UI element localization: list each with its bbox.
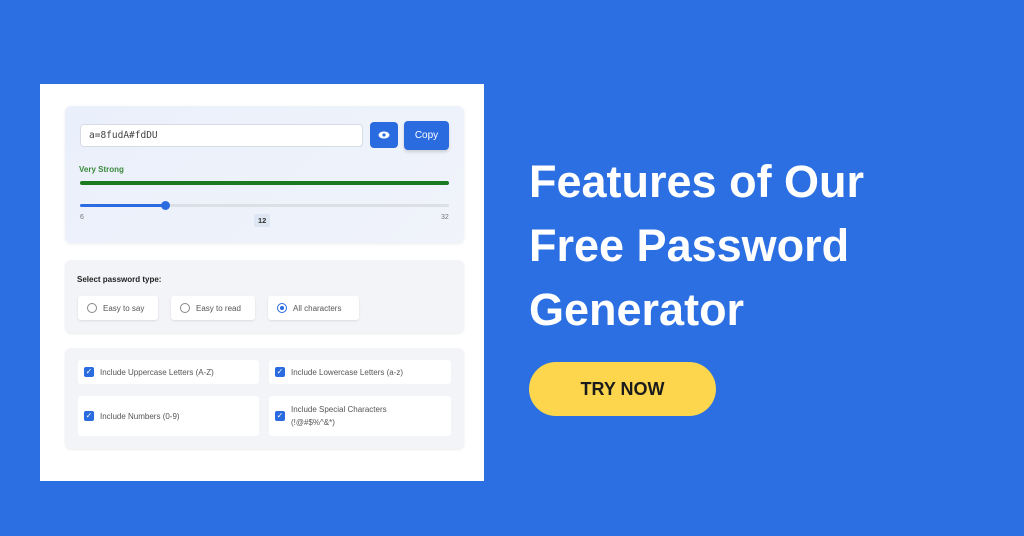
password-field[interactable]: a=8fudA#fdDU (80, 124, 363, 147)
checkbox-numbers[interactable]: ✓ Include Numbers (0-9) (78, 396, 259, 436)
length-slider[interactable] (80, 201, 449, 210)
checkbox-special[interactable]: ✓ Include Special Characters (!@#$%^&*) (269, 396, 451, 436)
check-icon: ✓ (275, 367, 285, 377)
radio-label: Easy to say (103, 303, 145, 313)
radio-all-characters[interactable]: All characters (268, 296, 359, 320)
check-icon: ✓ (275, 411, 285, 421)
checkbox-label: Include Special Characters (!@#$%^&*) (291, 405, 387, 427)
radio-circle (87, 303, 97, 313)
slider-handle[interactable] (161, 201, 171, 210)
length-value: 12 (254, 214, 271, 227)
checkbox-uppercase[interactable]: ✓ Include Uppercase Letters (A-Z) (78, 360, 259, 384)
checkbox-lowercase[interactable]: ✓ Include Lowercase Letters (a-z) (269, 360, 451, 384)
checkbox-label: Include Lowercase Letters (a-z) (291, 367, 404, 377)
eye-icon (378, 131, 390, 139)
password-type-panel: Select password type: Easy to say Easy t… (65, 260, 464, 333)
check-icon: ✓ (84, 411, 94, 421)
strength-label: Very Strong (79, 165, 124, 174)
radio-label: Easy to read (196, 303, 241, 313)
toggle-visibility-button[interactable] (370, 122, 398, 148)
password-panel: a=8fudA#fdDU Copy Very Strong 6 12 32 (65, 106, 464, 243)
radio-easy-to-say[interactable]: Easy to say (78, 296, 158, 320)
radio-label: All characters (293, 303, 342, 313)
radio-easy-to-read[interactable]: Easy to read (171, 296, 255, 320)
password-type-label: Select password type: (77, 275, 162, 284)
checkbox-label: Include Uppercase Letters (A-Z) (100, 367, 214, 377)
strength-bar (80, 181, 449, 185)
character-options-panel: ✓ Include Uppercase Letters (A-Z) ✓ Includ… (65, 348, 464, 449)
try-now-button[interactable]: TRY NOW (529, 362, 716, 416)
radio-circle-selected (277, 303, 287, 313)
check-icon: ✓ (84, 367, 94, 377)
copy-button[interactable]: Copy (404, 121, 449, 150)
generator-screenshot-card: a=8fudA#fdDU Copy Very Strong 6 12 32 Se… (40, 84, 484, 481)
promo-heading: Features of Our Free Password Generator (529, 156, 865, 335)
radio-circle (180, 303, 190, 313)
checkbox-label: Include Numbers (0-9) (100, 411, 180, 421)
slider-fill (80, 204, 166, 207)
length-min: 6 (80, 214, 84, 221)
length-max: 32 (441, 214, 449, 221)
